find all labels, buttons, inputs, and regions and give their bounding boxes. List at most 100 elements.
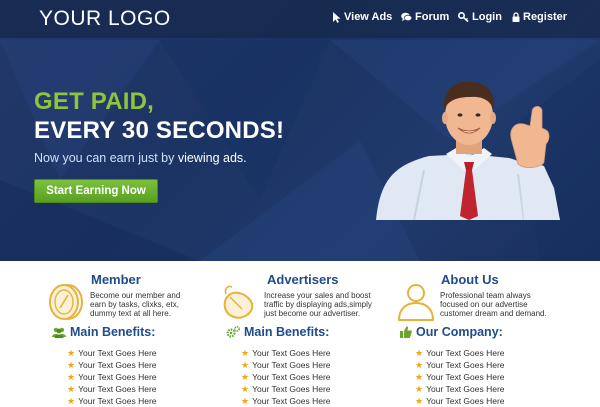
star-icon: ★ [67,347,76,358]
star-icon: ★ [241,383,250,394]
member-column: Member Become our member and earn by tas… [46,269,226,406]
nav-forum[interactable]: Forum [401,11,449,23]
hero-person-thumbs-up-image [376,81,560,220]
list-item-text: Your Text Goes Here [78,360,157,370]
chat-icon [401,12,412,22]
hero-headline-line-1: GET PAID, [34,88,155,115]
about-us-title: About Us [441,272,499,287]
nav-register[interactable]: Register [512,11,567,23]
key-icon [458,12,469,22]
list-item: ★ Your Text Goes Here [67,359,157,371]
list-item-text: Your Text Goes Here [78,384,157,394]
star-icon: ★ [415,371,424,382]
star-icon: ★ [415,359,424,370]
star-icon: ★ [415,395,424,406]
about-us-description-line: Professional team always [440,291,531,300]
list-item-text: Your Text Goes Here [78,348,157,358]
nav-view-ads[interactable]: View Ads [332,11,392,23]
about-us-description: Professional team always focused on our … [440,291,547,318]
list-item-text: Your Text Goes Here [426,348,505,358]
hero-subline: Now you can earn just by viewing ads. [34,151,247,165]
list-item: ★ Your Text Goes Here [241,371,331,383]
list-item-text: Your Text Goes Here [426,384,505,394]
advertisers-description-line: traffic by displaying ads,simply [264,300,372,309]
list-item: ★ Your Text Goes Here [67,395,157,407]
company-title: Our Company: [400,325,503,339]
advertisers-description: Increase your sales and boost traffic by… [264,291,372,318]
advertisers-description-line: just become our advertiser. [264,309,361,318]
member-description-line: dummy text at all here. [90,309,171,318]
star-icon: ★ [67,383,76,394]
site-logo[interactable]: YOUR LOGO [39,7,171,31]
star-icon: ★ [415,383,424,394]
advertisers-benefits-title: Main Benefits: [226,325,329,339]
list-item: ★ Your Text Goes Here [241,359,331,371]
list-item: ★ Your Text Goes Here [241,383,331,395]
member-description-line: Become our member and [90,291,181,300]
nav-login-label: Login [472,11,502,23]
advertisers-column: Advertisers Increase your sales and boos… [220,269,400,406]
hero-subline-text: Now you can earn just by [34,151,178,165]
member-benefits-title: Main Benefits: [52,325,155,339]
list-item: ★ Your Text Goes Here [415,347,505,359]
cursor-icon [333,11,341,23]
top-navbar: YOUR LOGO View Ads Forum Login Register [0,0,600,38]
nav-register-label: Register [523,11,568,23]
advertisers-title: Advertisers [267,272,339,287]
list-item-text: Your Text Goes Here [252,384,331,394]
list-item-text: Your Text Goes Here [252,348,331,358]
nav-login[interactable]: Login [458,11,502,23]
nav-view-ads-label: View Ads [344,11,393,23]
hero-subline-emphasis: viewing ads. [177,151,247,165]
list-item: ★ Your Text Goes Here [415,359,505,371]
list-item: ★ Your Text Goes Here [415,383,505,395]
list-item-text: Your Text Goes Here [426,372,505,382]
gears-icon [226,326,240,338]
list-item: ★ Your Text Goes Here [241,347,331,359]
advertisers-benefit-list: ★ Your Text Goes Here ★ Your Text Goes Her… [241,347,331,407]
nav-forum-label: Forum [415,11,450,23]
list-item-text: Your Text Goes Here [78,396,157,406]
about-us-description-line: focused on our advertise [440,300,528,309]
member-benefits-label: Main Benefits: [70,325,156,339]
star-icon: ★ [67,395,76,406]
member-description-line: earn by tasks, clixks, etx, [90,300,179,309]
star-icon: ★ [67,371,76,382]
list-item-text: Your Text Goes Here [252,372,331,382]
start-earning-button[interactable]: Start Earning Now [34,179,158,203]
star-icon: ★ [241,395,250,406]
list-item-text: Your Text Goes Here [78,372,157,382]
hero-headline-line-2: EVERY 30 SECONDS! [34,117,285,144]
member-benefit-list: ★ Your Text Goes Here ★ Your Text Goes Her… [67,347,157,407]
list-item-text: Your Text Goes Here [252,360,331,370]
company-title-label: Our Company: [416,325,503,339]
advertisers-benefits-label: Main Benefits: [244,325,330,339]
coin-icon [49,284,83,320]
list-item: ★ Your Text Goes Here [67,383,157,395]
list-item-text: Your Text Goes Here [426,360,505,370]
list-item: ★ Your Text Goes Here [67,371,157,383]
hero-banner: YOUR LOGO View Ads Forum Login Register … [0,0,600,261]
list-item-text: Your Text Goes Here [252,396,331,406]
star-icon: ★ [241,347,250,358]
mouse-icon [223,285,254,319]
list-item: ★ Your Text Goes Here [415,395,505,407]
thumbs-up-icon [400,326,412,338]
member-description: Become our member and earn by tasks, cli… [90,291,180,318]
people-icon [52,327,66,338]
star-icon: ★ [241,371,250,382]
lock-icon [512,12,520,22]
list-item: ★ Your Text Goes Here [67,347,157,359]
list-item: ★ Your Text Goes Here [415,371,505,383]
list-item-text: Your Text Goes Here [426,396,505,406]
company-list: ★ Your Text Goes Here ★ Your Text Goes Her… [415,347,505,407]
list-item: ★ Your Text Goes Here [241,395,331,407]
about-us-column: About Us Professional team always focuse… [396,269,576,406]
star-icon: ★ [67,359,76,370]
star-icon: ★ [415,347,424,358]
member-title: Member [91,272,141,287]
about-us-description-line: customer dream and demand. [440,309,547,318]
advertisers-description-line: Increase your sales and boost [264,291,371,300]
person-outline-icon [397,284,435,321]
star-icon: ★ [241,359,250,370]
